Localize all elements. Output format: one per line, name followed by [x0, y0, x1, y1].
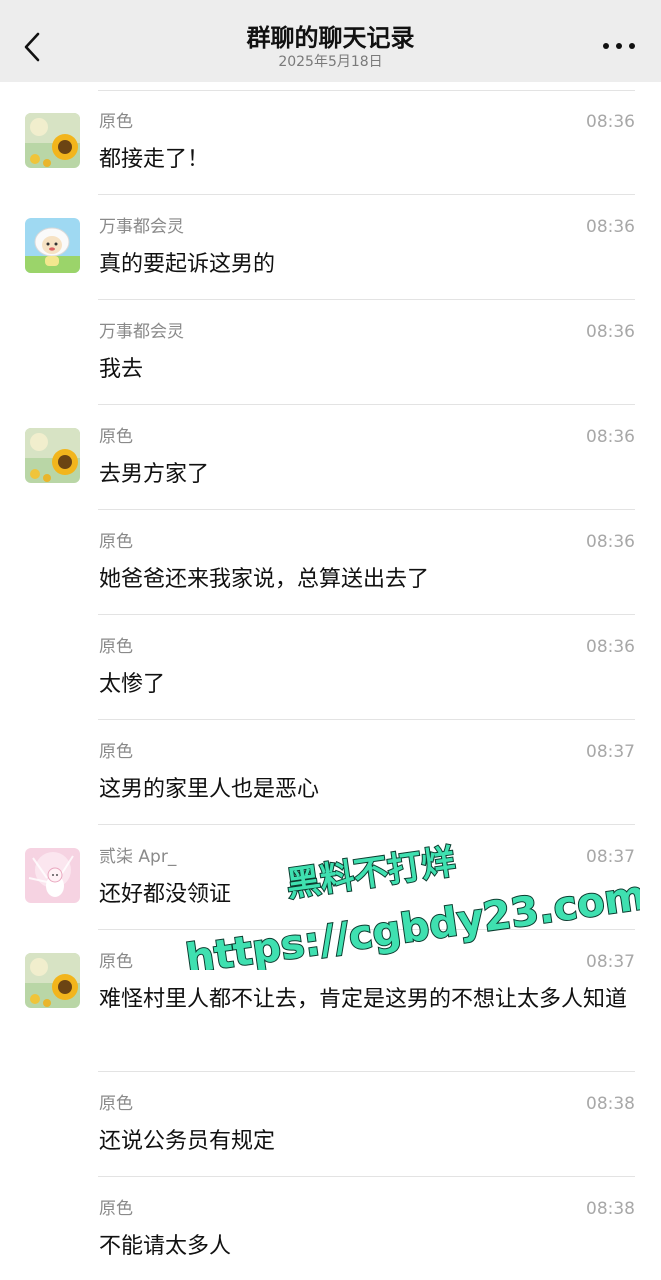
avatar-sunflower[interactable]	[25, 113, 80, 168]
more-dots-icon	[603, 43, 635, 49]
message-text: 这男的家里人也是恶心	[99, 777, 320, 802]
message-row[interactable]: 万事都会灵 08:36 真的要起诉这男的	[0, 195, 661, 300]
sender-name: 原色	[99, 1094, 133, 1114]
sender-name: 万事都会灵	[99, 217, 184, 237]
message-time: 08:36	[586, 112, 635, 132]
message-row[interactable]: 原色 08:36 去男方家了	[0, 405, 661, 510]
message-row[interactable]: 万事都会灵 08:36 我去	[0, 300, 661, 405]
message-row[interactable]: 原色 08:36 都接走了！	[0, 90, 661, 195]
sender-name: 原色	[99, 532, 133, 552]
sender-name: 万事都会灵	[99, 322, 184, 342]
message-time: 08:37	[586, 847, 635, 867]
message-text: 真的要起诉这男的	[99, 252, 276, 277]
message-row[interactable]: 原色 08:36 她爸爸还来我家说，总算送出去了	[0, 510, 661, 615]
message-time: 08:37	[586, 952, 635, 972]
message-text: 我去	[99, 357, 144, 382]
chat-history-page: 群聊的聊天记录 2025年5月18日 原色 08:36 都接走了！ 万事都会灵 …	[0, 0, 661, 1280]
message-time: 08:38	[586, 1199, 635, 1219]
sender-name: 原色	[99, 742, 133, 762]
sender-name: 原色	[99, 952, 133, 972]
message-time: 08:36	[586, 532, 635, 552]
message-time: 08:37	[586, 742, 635, 762]
sender-name: 贰柒 Apr_	[99, 847, 177, 867]
avatar-pink-character[interactable]	[25, 848, 80, 903]
message-time: 08:38	[586, 1094, 635, 1114]
message-time: 08:36	[586, 217, 635, 237]
navigation-bar: 群聊的聊天记录 2025年5月18日	[0, 0, 661, 82]
message-time: 08:36	[586, 637, 635, 657]
message-row[interactable]: 原色 08:37 这男的家里人也是恶心	[0, 720, 661, 825]
sender-name: 原色	[99, 1199, 133, 1219]
sender-name: 原色	[99, 637, 133, 657]
message-row[interactable]: 原色 08:36 太惨了	[0, 615, 661, 720]
message-text: 都接走了！	[99, 147, 210, 172]
message-text: 她爸爸还来我家说，总算送出去了	[99, 567, 430, 592]
message-text: 难怪村里人都不让去，肯定是这男的不想让太多人知道	[99, 987, 628, 1012]
avatar-sheep[interactable]	[25, 218, 80, 273]
message-text: 还说公务员有规定	[99, 1129, 276, 1154]
page-date: 2025年5月18日	[278, 54, 383, 70]
message-text: 还好都没领证	[99, 882, 232, 907]
message-row[interactable]: 原色 08:37 难怪村里人都不让去，肯定是这男的不想让太多人知道	[0, 930, 661, 1072]
message-row[interactable]: 原色 08:38 还说公务员有规定	[0, 1072, 661, 1177]
avatar-sunflower[interactable]	[25, 953, 80, 1008]
sender-name: 原色	[99, 427, 133, 447]
page-title: 群聊的聊天记录	[246, 24, 415, 52]
message-row[interactable]: 原色 08:38 不能请太多人	[0, 1177, 661, 1280]
sender-name: 原色	[99, 112, 133, 132]
message-row[interactable]: 贰柒 Apr_ 08:37 还好都没领证	[0, 825, 661, 930]
message-list: 原色 08:36 都接走了！ 万事都会灵 08:36 真的要起诉这男的 万事都会…	[0, 90, 661, 1280]
message-text: 太惨了	[99, 672, 166, 697]
avatar-sunflower[interactable]	[25, 428, 80, 483]
message-time: 08:36	[586, 427, 635, 447]
more-button[interactable]	[599, 34, 639, 58]
message-text: 不能请太多人	[99, 1234, 232, 1259]
message-time: 08:36	[586, 322, 635, 342]
message-text: 去男方家了	[99, 462, 210, 487]
